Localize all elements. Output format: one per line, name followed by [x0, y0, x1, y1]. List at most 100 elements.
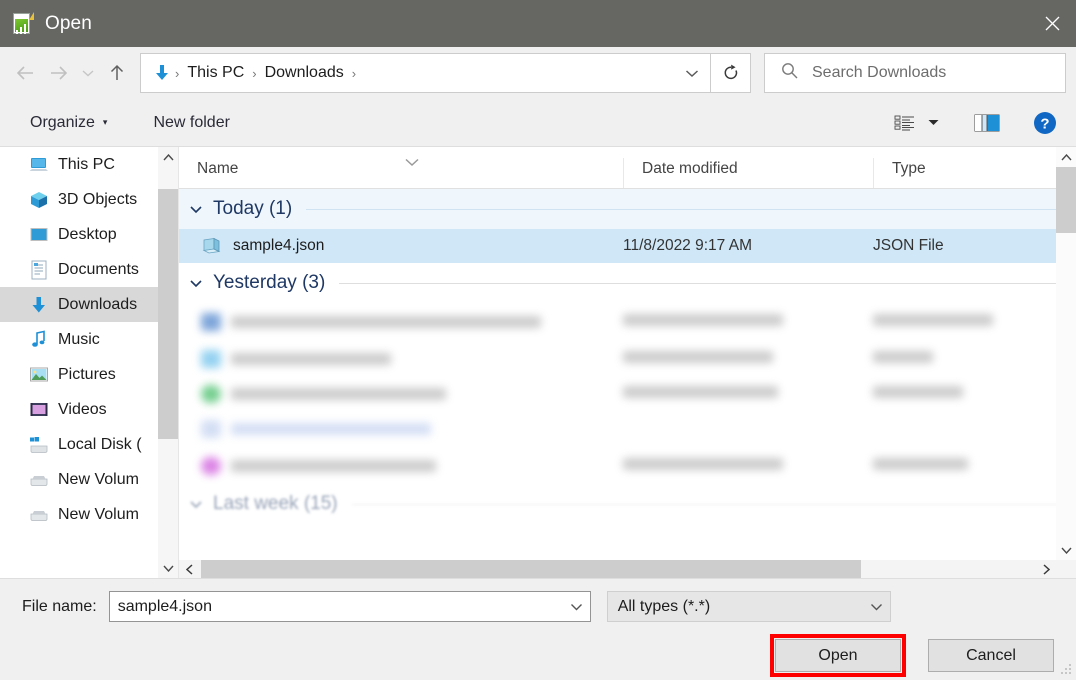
sidebar-item-label: New Volum [58, 506, 139, 524]
address-bar[interactable]: › This PC › Downloads › [140, 53, 711, 93]
sidebar-item-local-disk[interactable]: Local Disk ( [0, 427, 178, 462]
sidebar-item-new-volume-1[interactable]: New Volum [0, 462, 178, 497]
sidebar-scroll-down-chevron-down-icon[interactable] [158, 558, 178, 578]
file-name-cell [179, 350, 623, 368]
refresh-button[interactable] [711, 53, 751, 93]
group-header-yesterday[interactable]: Yesterday (3) [179, 263, 1076, 303]
back-button[interactable] [8, 56, 42, 90]
preview-pane-icon[interactable] [970, 107, 1004, 139]
sidebar-item-videos[interactable]: Videos [0, 392, 178, 427]
sidebar-item-label: Documents [58, 261, 139, 279]
scroll-thumb[interactable] [1056, 167, 1076, 233]
group-header-rule [352, 504, 1064, 505]
navigation-bar: › This PC › Downloads › [0, 47, 1076, 99]
sidebar-item-pictures[interactable]: Pictures [0, 357, 178, 392]
open-button[interactable]: Open [775, 639, 901, 672]
breadcrumb-separator[interactable]: › [173, 66, 181, 81]
group-header-last-week[interactable]: Last week (15) [179, 484, 1076, 524]
sidebar-scroll-up-chevron-up-icon[interactable] [158, 147, 178, 167]
new-folder-label: New folder [153, 114, 229, 132]
organize-button[interactable]: Organize ▾ [20, 108, 117, 138]
file-name-label-redacted [231, 423, 431, 435]
breadcrumb-separator[interactable]: › [350, 66, 358, 81]
breadcrumb-separator[interactable]: › [250, 66, 258, 81]
resize-grip-icon[interactable] [1060, 662, 1072, 674]
dialog-footer: File name: sample4.json All types (*.*) … [0, 579, 1076, 677]
table-row[interactable] [179, 447, 1076, 484]
sort-indicator-chevron-down-icon [404, 154, 420, 172]
column-header-date-modified[interactable]: Date modified [623, 158, 873, 188]
sidebar-item-label: Music [58, 331, 100, 349]
scroll-left-chevron-left-icon[interactable] [179, 560, 199, 578]
h-scroll-track[interactable] [199, 560, 1036, 578]
breadcrumb-downloads[interactable]: Downloads [259, 64, 350, 82]
sidebar-item-new-volume-2[interactable]: New Volum [0, 497, 178, 532]
chevron-down-icon[interactable] [189, 205, 207, 214]
forward-button[interactable] [42, 56, 76, 90]
file-type-dropdown-chevron-down-icon[interactable] [864, 592, 890, 621]
search-icon [781, 62, 798, 84]
file-list-horizontal-scrollbar[interactable] [179, 560, 1076, 578]
file-name-dropdown-chevron-down-icon[interactable] [564, 592, 590, 621]
table-row[interactable] [179, 411, 1076, 447]
window-title: Open [45, 13, 92, 35]
table-row[interactable]: sample4.json 11/8/2022 9:17 AM JSON File [179, 229, 1076, 263]
sidebar-item-label: Downloads [58, 296, 137, 314]
search-input[interactable]: Search Downloads [764, 53, 1066, 93]
file-name-value: sample4.json [118, 598, 564, 616]
file-type-dropdown[interactable]: All types (*.*) [607, 591, 891, 622]
scroll-up-chevron-up-icon[interactable] [1056, 147, 1076, 167]
new-folder-button[interactable]: New folder [143, 108, 239, 138]
sidebar-item-desktop[interactable]: Desktop [0, 217, 178, 252]
sidebar-item-label: This PC [58, 156, 115, 174]
group-header-rule [339, 283, 1064, 284]
file-icon [201, 350, 221, 368]
group-header-today[interactable]: Today (1) [179, 189, 1076, 229]
file-list-vertical-scrollbar[interactable] [1056, 147, 1076, 560]
address-dropdown-chevron-down-icon[interactable] [678, 55, 706, 91]
recent-locations-button[interactable] [76, 56, 100, 90]
3d-objects-icon [28, 189, 50, 211]
sidebar-scrollbar[interactable] [158, 147, 178, 578]
sidebar-item-3d-objects[interactable]: 3D Objects [0, 182, 178, 217]
sidebar-tree: This PC 3D Objects Desktop [0, 147, 178, 532]
documents-icon [28, 259, 50, 281]
h-scroll-thumb[interactable] [201, 560, 861, 578]
scroll-down-chevron-down-icon[interactable] [1056, 540, 1076, 560]
table-row[interactable] [179, 341, 1076, 376]
file-name-label-redacted [231, 388, 446, 400]
chevron-down-icon[interactable] [189, 500, 207, 509]
scroll-right-chevron-right-icon[interactable] [1036, 560, 1056, 578]
close-button[interactable] [1029, 0, 1076, 47]
downloads-icon [28, 294, 50, 316]
file-type-value: All types (*.*) [618, 598, 864, 616]
help-icon[interactable]: ? [1028, 107, 1062, 139]
file-name-label-redacted [231, 316, 541, 328]
view-dropdown-chevron-down-icon[interactable] [922, 107, 944, 139]
filename-row: File name: sample4.json All types (*.*) [22, 591, 1054, 622]
column-header-type[interactable]: Type [873, 158, 1073, 188]
chevron-down-icon[interactable] [189, 279, 207, 288]
up-button[interactable] [100, 56, 134, 90]
music-icon [28, 329, 50, 351]
column-header-name[interactable]: Name [179, 158, 623, 188]
file-name-cell [179, 313, 623, 331]
file-name-input[interactable]: sample4.json [109, 591, 591, 622]
sidebar-scroll-thumb[interactable] [158, 189, 178, 439]
scroll-track[interactable] [1056, 167, 1076, 540]
cancel-button[interactable]: Cancel [928, 639, 1054, 672]
sidebar-item-this-pc[interactable]: This PC [0, 147, 178, 182]
view-list-icon[interactable] [888, 107, 922, 139]
sidebar-item-documents[interactable]: Documents [0, 252, 178, 287]
sidebar-item-downloads[interactable]: Downloads [0, 287, 178, 322]
table-row[interactable] [179, 376, 1076, 411]
file-rows-container: Today (1) sample4.json [179, 189, 1076, 578]
file-list-pane: Name Date modified Type [178, 147, 1076, 578]
command-bar: Organize ▾ New folder [0, 99, 1076, 147]
sidebar-scroll-track[interactable] [158, 167, 178, 558]
sidebar-item-label: Pictures [58, 366, 116, 384]
table-row[interactable] [179, 303, 1076, 341]
sidebar-item-music[interactable]: Music [0, 322, 178, 357]
breadcrumb-this-pc[interactable]: This PC [181, 64, 250, 82]
search-placeholder: Search Downloads [812, 64, 946, 82]
